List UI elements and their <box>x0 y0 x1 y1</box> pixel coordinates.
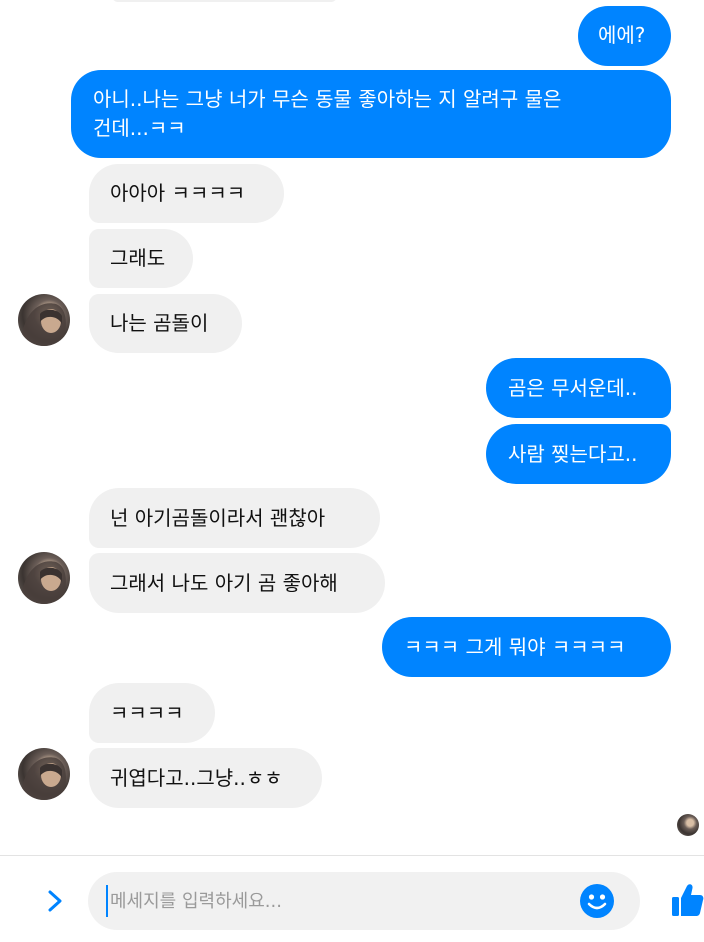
avatar-photo-icon <box>22 757 66 800</box>
contact-avatar[interactable] <box>18 748 70 800</box>
avatar-photo-icon <box>22 303 66 346</box>
message-bubble-outgoing[interactable]: ㅋㅋㅋ 그게 뭐야 ㅋㅋㅋㅋ <box>382 617 671 677</box>
contact-avatar[interactable] <box>18 294 70 346</box>
contact-avatar[interactable] <box>18 552 70 604</box>
message-bubble-outgoing[interactable]: 에에? <box>578 6 671 66</box>
message-bubble-incoming[interactable]: 아아아 ㅋㅋㅋㅋ <box>89 164 284 223</box>
message-bubble-outgoing[interactable]: 곰은 무서운데.. <box>486 358 671 418</box>
message-bubble-incoming[interactable]: 그래서 나도 아기 곰 좋아해 <box>89 553 385 613</box>
message-composer <box>0 855 704 942</box>
avatar-photo-icon <box>22 561 66 604</box>
message-bubble-incoming[interactable]: ㅋㅋㅋㅋ <box>89 683 215 743</box>
chat-screen: 에에? 아니..나는 그냥 너가 무슨 동물 좋아하는 지 알려구 물은 건데.… <box>0 0 704 942</box>
message-bubble-incoming[interactable]: 그래도 <box>89 229 193 288</box>
thumbs-up-icon[interactable] <box>670 882 704 918</box>
message-bubble-incoming[interactable]: 나는 곰돌이 <box>89 294 242 353</box>
message-input[interactable] <box>106 885 550 917</box>
message-bubble-outgoing[interactable]: 사람 찢는다고.. <box>486 424 671 484</box>
message-bubble-incoming[interactable]: 넌 아기곰돌이라서 괜찮아 <box>89 488 380 548</box>
chevron-right-icon[interactable] <box>40 886 70 916</box>
message-input-container[interactable] <box>88 872 640 930</box>
message-bubble-outgoing[interactable]: 아니..나는 그냥 너가 무슨 동물 좋아하는 지 알려구 물은 건데...ㅋㅋ <box>71 70 671 158</box>
seen-indicator-avatar <box>677 814 699 836</box>
previous-message-edge <box>112 0 337 2</box>
smiley-icon[interactable] <box>579 883 615 919</box>
message-bubble-incoming[interactable]: 귀엽다고..그냥..ㅎㅎ <box>89 748 322 808</box>
